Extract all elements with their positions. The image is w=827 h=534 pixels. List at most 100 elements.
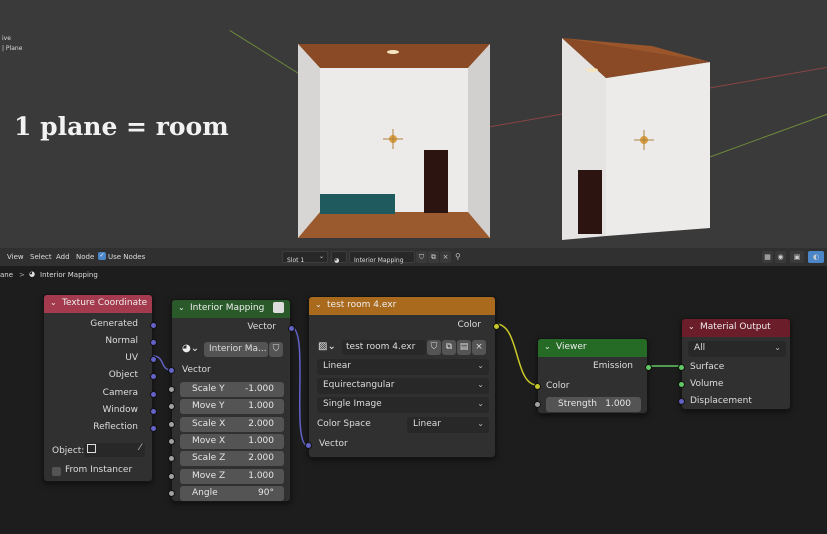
field-value: 1.000 — [248, 401, 274, 411]
output-color: Color — [457, 320, 482, 330]
chevron-down-icon: ⌄ — [477, 399, 484, 408]
color-space-label: Color Space — [317, 419, 371, 429]
socket-input-vector[interactable] — [168, 367, 175, 374]
node-header[interactable]: ⌄ Material Output — [682, 319, 790, 337]
viewport-object-text: | Plane — [2, 45, 23, 52]
node-header[interactable]: ⌄ Viewer — [538, 339, 647, 357]
output-vector: Vector — [247, 322, 276, 332]
socket-output-vector[interactable] — [288, 325, 295, 332]
texture-coordinate-node[interactable]: ⌄ Texture Coordinate Generated Normal UV… — [43, 294, 157, 482]
input-color-label: Color — [546, 381, 570, 391]
link-color-to-viewer — [495, 323, 538, 386]
field-angle[interactable]: Angle 90° — [180, 486, 284, 501]
field-move-y[interactable]: Move Y 1.000 — [180, 399, 284, 414]
field-value: 2.000 — [248, 453, 274, 463]
node-group-sphere-icon[interactable]: ◕⌄ — [182, 343, 199, 354]
field-move-z[interactable]: Move Z 1.000 — [180, 469, 284, 484]
interpolation-dropdown[interactable]: Linear ⌄ — [317, 359, 489, 375]
chevron-down-icon: ⌄ — [477, 419, 484, 428]
node-title: Interior Mapping — [190, 303, 265, 313]
chevron-down-icon: ⌄ — [544, 342, 551, 351]
field-scale-z[interactable]: Scale Z 2.000 — [180, 451, 284, 466]
chevron-down-icon: ⌄ — [50, 298, 57, 307]
output-camera: Camera — [102, 388, 138, 398]
room-front-view[interactable] — [296, 42, 492, 240]
node-group-name-field[interactable]: Interior Ma... — [204, 342, 268, 357]
node-title: Texture Coordinate — [62, 298, 148, 308]
chevron-down-icon: ⌄ — [178, 303, 185, 312]
field-scale-x[interactable]: Scale X 2.000 — [180, 417, 284, 432]
image-texture-node[interactable]: ⌄ test room 4.exr Color ▨⌄ test room 4.e… — [305, 296, 500, 458]
chevron-down-icon: ⌄ — [688, 322, 695, 331]
interior-mapping-node[interactable]: ⌄ Interior Mapping Vector ◕⌄ Interior Ma… — [168, 299, 295, 502]
socket-input-surface[interactable] — [678, 364, 685, 371]
projection-value: Equirectangular — [323, 380, 395, 390]
open-folder-icon[interactable]: ▤ — [457, 340, 471, 355]
socket-move-z[interactable] — [168, 473, 175, 480]
field-value: -1.000 — [244, 384, 274, 394]
socket-input-color[interactable] — [534, 383, 541, 390]
field-strength[interactable]: Strength 1.000 — [546, 397, 641, 412]
source-dropdown[interactable]: Single Image ⌄ — [317, 397, 489, 413]
socket-scale-y[interactable] — [168, 386, 175, 393]
image-name-field[interactable]: test room 4.exr — [342, 340, 426, 355]
node-group-icon[interactable] — [273, 302, 284, 313]
socket-uv[interactable] — [150, 356, 157, 363]
socket-generated[interactable] — [150, 322, 157, 329]
socket-reflection[interactable] — [150, 425, 157, 432]
object-cube-icon — [87, 444, 96, 453]
viewport-mode-text: ive — [2, 35, 11, 42]
input-vector-label: Vector — [319, 439, 348, 449]
socket-input-vector[interactable] — [305, 442, 312, 449]
node-title: Viewer — [556, 342, 587, 352]
socket-scale-x[interactable] — [168, 421, 175, 428]
output-object: Object — [108, 370, 138, 380]
socket-move-y[interactable] — [168, 403, 175, 410]
socket-window[interactable] — [150, 408, 157, 415]
node-header[interactable]: ⌄ Interior Mapping — [172, 300, 290, 318]
viewer-node[interactable]: ⌄ Viewer Emission Color Strength 1.000 — [534, 338, 652, 414]
node-header[interactable]: ⌄ test room 4.exr — [309, 297, 495, 315]
room-angled-view[interactable] — [562, 38, 712, 242]
socket-object[interactable] — [150, 373, 157, 380]
3d-viewport[interactable]: ive | Plane 1 plane = room — [0, 0, 827, 248]
output-generated: Generated — [90, 319, 138, 329]
eyedropper-icon[interactable]: ⁄ — [139, 443, 141, 453]
projection-dropdown[interactable]: Equirectangular ⌄ — [317, 378, 489, 394]
socket-input-displacement[interactable] — [678, 398, 685, 405]
socket-move-x[interactable] — [168, 438, 175, 445]
chevron-down-icon: ⌄ — [774, 343, 781, 352]
material-output-node[interactable]: ⌄ Material Output All ⌄ Surface Volume D… — [678, 318, 791, 410]
y-axis-line-2 — [700, 112, 827, 161]
color-space-dropdown[interactable]: Linear ⌄ — [407, 417, 489, 433]
fake-user-shield-icon[interactable]: ⛉ — [269, 342, 283, 357]
socket-strength[interactable] — [534, 401, 541, 408]
input-displacement-label: Displacement — [690, 396, 752, 406]
duplicate-icon[interactable]: ⧉ — [442, 340, 456, 355]
socket-normal[interactable] — [150, 339, 157, 346]
image-browse-icon[interactable]: ▨⌄ — [318, 341, 336, 352]
node-editor[interactable]: View Select Add Node ✓ Use Nodes Slot 1 … — [0, 248, 827, 534]
field-value: 1.000 — [248, 436, 274, 446]
socket-angle[interactable] — [168, 490, 175, 497]
input-surface-label: Surface — [690, 362, 725, 372]
target-dropdown[interactable]: All ⌄ — [688, 341, 786, 357]
field-value: 2.000 — [248, 419, 274, 429]
field-move-x[interactable]: Move X 1.000 — [180, 434, 284, 449]
output-uv: UV — [125, 353, 138, 363]
field-scale-y[interactable]: Scale Y -1.000 — [180, 382, 284, 397]
from-instancer-checkbox[interactable] — [52, 467, 61, 476]
node-header[interactable]: ⌄ Texture Coordinate — [44, 295, 152, 313]
close-icon[interactable]: × — [472, 340, 486, 355]
field-value: 1.000 — [248, 471, 274, 481]
socket-camera[interactable] — [150, 391, 157, 398]
fake-user-shield-icon[interactable]: ⛉ — [427, 340, 441, 355]
socket-input-volume[interactable] — [678, 381, 685, 388]
node-title: test room 4.exr — [327, 300, 397, 310]
input-volume-label: Volume — [690, 379, 724, 389]
chevron-down-icon: ⌄ — [315, 300, 322, 309]
socket-scale-z[interactable] — [168, 455, 175, 462]
socket-output-color[interactable] — [493, 323, 500, 330]
socket-output-emission[interactable] — [645, 364, 652, 371]
object-picker-field[interactable]: ⁄ — [84, 443, 145, 457]
